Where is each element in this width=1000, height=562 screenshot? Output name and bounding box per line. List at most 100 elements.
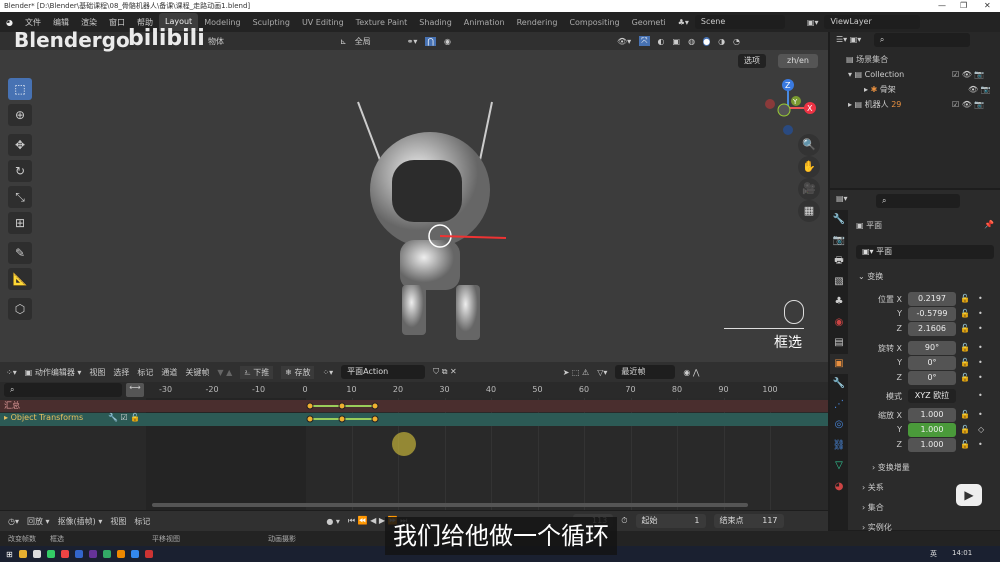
outliner-item-scene-collection[interactable]: ▤ 场景集合 (830, 52, 1000, 67)
frame-ruler[interactable]: ⌕ ⟷ -30 -20 -10 0 10 20 30 40 50 60 70 80 90 100 (0, 382, 828, 398)
menu-select[interactable]: 选择 (113, 367, 129, 378)
filter-icon[interactable]: ▽▾ (597, 368, 607, 377)
rendered-shading-icon[interactable]: ◔ (733, 37, 740, 46)
menu-object[interactable]: 物体 (208, 36, 224, 47)
tab-sculpting[interactable]: Sculpting (247, 18, 296, 27)
proportional-edit-icon[interactable]: ◉ (444, 37, 451, 46)
horizontal-scrollbar[interactable] (152, 503, 748, 507)
lock-icon[interactable]: 🔓 (960, 343, 970, 352)
pivot-icon[interactable]: ⚭▾ (407, 37, 418, 46)
editor-type-icon[interactable]: ◷▾ (8, 517, 19, 526)
channel-toggles-icon[interactable]: 🔧 ☑ 🔓 (108, 413, 140, 422)
data-tab-icon[interactable]: ▽ (830, 456, 848, 477)
add-cube-tool-icon[interactable]: ⬡ (8, 298, 32, 320)
editor-type-icon[interactable]: ⁘▾ (6, 368, 17, 377)
menu-key[interactable]: 关键帧 (185, 367, 209, 378)
proportional-icon[interactable]: ◉ ⋀ (683, 368, 699, 377)
output-tab-icon[interactable]: 🖶 (830, 251, 848, 272)
menu-view[interactable]: 视图 (89, 367, 105, 378)
app-icon[interactable] (32, 550, 41, 558)
wireframe-shading-icon[interactable]: ◍ (688, 37, 695, 46)
keyframe-toggle-icon[interactable]: ◇ (978, 425, 984, 434)
lock-icon[interactable]: 🔓 (960, 425, 970, 434)
stopwatch-icon[interactable]: ⏱ (621, 516, 627, 526)
camera-view-icon[interactable]: 🎥 (798, 178, 820, 200)
blender-logo-icon[interactable]: ◕ (0, 18, 19, 27)
location-z-field[interactable]: 2.1606 (908, 322, 956, 336)
visibility-toggles[interactable]: 👁 📷 (968, 82, 991, 97)
keyframe[interactable] (306, 415, 314, 423)
app-icon[interactable] (102, 550, 111, 558)
delta-transform-section[interactable]: › 变换增量 (872, 462, 910, 473)
location-x-field[interactable]: 0.2197 (908, 292, 956, 306)
rotation-mode-dropdown[interactable]: XYZ 欧拉 (908, 389, 956, 403)
material-shading-icon[interactable]: ◑ (718, 37, 725, 46)
lock-icon[interactable]: 🔓 (960, 324, 970, 333)
select-tool-icon[interactable]: ⬚ (8, 78, 32, 100)
keyframe-toggle-icon[interactable]: • (978, 343, 983, 352)
rotation-z-field[interactable]: 0° (908, 371, 956, 385)
tab-geometry[interactable]: Geometi (626, 18, 672, 27)
swap-icon[interactable]: ⟷ (126, 383, 144, 397)
outliner-item-collection[interactable]: ▾ ▤ Collection ☑ 👁 📷 (830, 67, 1000, 82)
3d-viewport[interactable]: Blendergo bilibili ⬚ ⊕ ✥ ↻ ⤡ ⊞ ✎ 📐 ⬡ 选项 … (0, 26, 828, 362)
channel-object-transforms[interactable]: ▸ Object Transforms 🔧 ☑ 🔓 (0, 413, 828, 426)
pan-view-icon[interactable]: ✋ (798, 156, 820, 178)
scale-z-field[interactable]: 1.000 (908, 438, 956, 452)
tool-tab-icon[interactable]: 🔧 (830, 210, 848, 231)
properties-search-input[interactable]: ⌕ (876, 194, 960, 208)
channel-search-input[interactable]: ⌕ (4, 383, 122, 397)
app-icon[interactable] (18, 550, 27, 558)
location-y-field[interactable]: -0.5799 (908, 307, 956, 321)
tab-animation[interactable]: Animation (458, 18, 511, 27)
viewlayer-icon[interactable]: ▣▾ (801, 18, 825, 27)
menu-render[interactable]: 渲染 (75, 17, 103, 28)
collections-section[interactable]: › 集合 (862, 502, 884, 513)
visibility-icon[interactable]: 👁▾ (617, 37, 631, 46)
app-icon[interactable] (88, 550, 97, 558)
keyframe[interactable] (371, 402, 379, 410)
push-down-button[interactable]: ⎁ 下推 (240, 365, 274, 379)
orientation-dropdown[interactable]: 全局 (355, 36, 399, 47)
cursor-tool-icon[interactable]: ⊕ (8, 104, 32, 126)
keying-dropdown[interactable]: 抠像(插帧) ▾ (58, 516, 103, 527)
lock-icon[interactable]: 🔓 (960, 373, 970, 382)
tab-texture-paint[interactable]: Texture Paint (350, 18, 414, 27)
ime-indicator[interactable]: 英 (930, 549, 937, 559)
minimize-button[interactable]: — (938, 0, 946, 12)
rotate-tool-icon[interactable]: ↻ (8, 160, 32, 182)
app-icon[interactable] (60, 550, 69, 558)
menu-channel[interactable]: 通道 (161, 367, 177, 378)
keyframe-toggle-icon[interactable]: • (978, 373, 983, 382)
app-icon[interactable] (130, 550, 139, 558)
menu-window[interactable]: 窗口 (103, 17, 131, 28)
keyframe[interactable] (371, 415, 379, 423)
overlay-icon[interactable]: ◐ (658, 37, 665, 46)
relations-section[interactable]: › 关系 (862, 482, 884, 493)
ortho-view-icon[interactable]: ▦ (798, 200, 820, 222)
outliner-search-input[interactable]: ⌕ (873, 33, 970, 47)
maximize-button[interactable]: ❐ (960, 0, 967, 12)
lock-icon[interactable]: 🔓 (960, 358, 970, 367)
playback-dropdown[interactable]: 回放 ▾ (27, 516, 50, 527)
channel-summary[interactable]: 汇总 (0, 400, 828, 412)
measure-tool-icon[interactable]: 📐 (8, 268, 32, 290)
render-tab-icon[interactable]: 📷 (830, 231, 848, 252)
scene-icon[interactable]: ♣▾ (672, 18, 695, 27)
app-icon[interactable] (74, 550, 83, 558)
keyframe-toggle-icon[interactable]: • (978, 410, 983, 419)
mode-dropdown[interactable]: ▣ 动作编辑器 ▾ (25, 367, 82, 378)
rotation-y-field[interactable]: 0° (908, 356, 956, 370)
editor-type-icon[interactable]: ▤▾ (836, 194, 848, 203)
pin-icon[interactable]: 📌 (984, 220, 994, 229)
solid-shading-icon[interactable]: ● (703, 36, 711, 46)
action-icon[interactable]: ⁘▾ (322, 368, 333, 377)
lang-toggle-button[interactable]: zh/en (778, 54, 818, 68)
robot-model[interactable] (340, 90, 520, 360)
start-frame-field[interactable]: 起始 1 (635, 514, 706, 528)
transform-section-header[interactable]: ⌄ 变换 (858, 271, 883, 282)
transform-tool-icon[interactable]: ⊞ (8, 212, 32, 234)
menu-marker[interactable]: 标记 (137, 367, 153, 378)
rotation-x-field[interactable]: 90° (908, 341, 956, 355)
visibility-toggles[interactable]: ☑ 👁 📷 (952, 97, 984, 112)
